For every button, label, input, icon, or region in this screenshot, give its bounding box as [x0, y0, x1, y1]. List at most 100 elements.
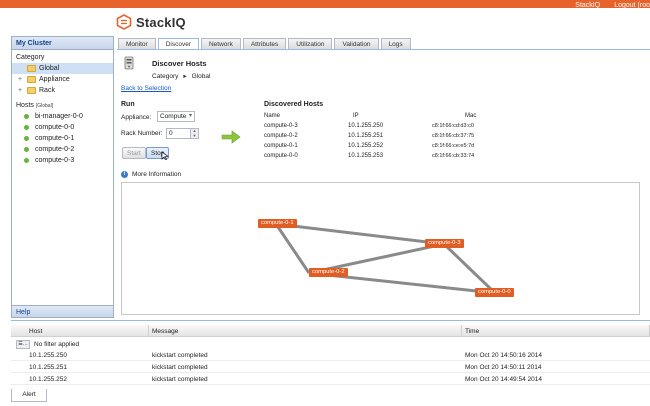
filter-status: No filter applied	[34, 340, 80, 348]
panel-title: My Cluster	[12, 37, 113, 50]
chevron-right-icon: ▸	[183, 73, 187, 80]
table-row[interactable]: compute-0-0 10.1.255.253 c8:1f:66:cb:33:…	[264, 151, 524, 161]
cell-time: Mon Oct 20 14:49:54 2014	[465, 375, 542, 383]
table-row[interactable]: 10.1.255.251 kickstart completed Mon Oct…	[11, 362, 650, 373]
brand-bar	[0, 0, 650, 8]
folder-icon	[27, 76, 36, 83]
tree-item-label: Global	[39, 65, 60, 72]
graph-edge	[442, 242, 497, 295]
logo-text: StackIQ	[136, 14, 186, 30]
cell-message: kickstart completed	[152, 351, 208, 359]
column-header-message[interactable]: Message	[149, 325, 462, 336]
graph-edge	[275, 222, 445, 246]
graph-node-compute-0-0[interactable]: compute-0-0	[475, 288, 514, 297]
rack-number-stepper[interactable]: 0 ▲ ▼	[166, 128, 199, 139]
appliance-select[interactable]: Compute ▾	[157, 111, 195, 122]
host-label: compute-0-3	[35, 157, 75, 164]
expand-icon[interactable]: +	[18, 87, 25, 94]
run-section-title: Run	[121, 101, 135, 108]
header-link-stackiq[interactable]: StackIQ	[575, 2, 600, 9]
column-header-name: Name	[264, 113, 281, 119]
cell-mac: c8:1f:66:cb:33:74	[432, 153, 475, 159]
spinner-arrows-icon[interactable]: ▲ ▼	[190, 128, 198, 138]
host-item[interactable]: bi-manager-0-0	[12, 111, 113, 122]
table-row[interactable]: compute-0-3 10.1.255.250 c8:1f:66:cd:d3:…	[264, 121, 524, 131]
help-panel-header[interactable]: Help	[11, 305, 114, 318]
network-graph[interactable]: compute-0-1 compute-0-3 compute-0-2 comp…	[121, 182, 640, 315]
logout-link[interactable]: Logout (roo	[614, 2, 650, 9]
table-row[interactable]: compute-0-1 10.1.255.252 c8:1f:66:ce:e5:…	[264, 141, 524, 151]
alert-grid: Host Message Time ☰… No filter applied 1…	[11, 320, 650, 406]
column-header-mac: Mac	[465, 113, 477, 119]
host-item[interactable]: compute-0-0	[12, 122, 113, 133]
rack-number-label: Rack Number:	[121, 130, 163, 137]
app-header: StackIQ StackIQ Logout (roo	[0, 2, 650, 36]
status-dot-icon	[24, 125, 29, 130]
tab-utilization[interactable]: Utilization	[288, 38, 333, 49]
tab-monitor[interactable]: Monitor	[118, 38, 156, 49]
info-icon: i	[121, 171, 128, 178]
host-label: compute-0-1	[35, 135, 75, 142]
tab-alert[interactable]: Alert	[11, 389, 47, 402]
table-row[interactable]: compute-0-2 10.1.255.251 c8:1f:66:cb:37:…	[264, 131, 524, 141]
category-label: Category	[16, 54, 45, 61]
hosts-scope: [Global]	[35, 103, 54, 109]
tab-attributes[interactable]: Attributes	[242, 38, 287, 49]
cell-time: Mon Oct 20 14:50:11 2014	[465, 363, 542, 371]
host-item[interactable]: compute-0-1	[12, 133, 113, 144]
cell-mac: c8:1f:66:cd:d3:c0	[432, 123, 474, 129]
filter-row: ☰… No filter applied	[16, 339, 79, 349]
start-button[interactable]: Start	[122, 147, 146, 159]
tree-item-rack[interactable]: + Rack	[12, 85, 113, 96]
tree-item-appliance[interactable]: + Appliance	[12, 74, 113, 85]
back-to-selection-link[interactable]: Back to Selection	[121, 85, 171, 92]
my-cluster-panel: My Cluster Category Global + Appliance +…	[11, 36, 114, 318]
cell-mac: c8:1f:66:ce:e5:7d	[432, 143, 475, 149]
mouse-cursor-icon	[161, 152, 169, 160]
host-item[interactable]: compute-0-2	[12, 144, 113, 155]
cell-ip: 10.1.255.252	[348, 143, 384, 149]
chevron-down-icon: ▾	[188, 113, 192, 119]
more-information-toggle[interactable]: i More Information	[121, 171, 181, 178]
host-label: compute-0-2	[35, 146, 75, 153]
filter-menu-button[interactable]: ☰…	[16, 339, 30, 349]
breadcrumb-value: Global	[191, 72, 211, 80]
graph-node-compute-0-3[interactable]: compute-0-3	[425, 239, 464, 248]
expand-icon[interactable]: +	[18, 76, 25, 83]
grid-header: Host Message Time	[11, 325, 650, 337]
host-label: bi-manager-0-0	[35, 113, 83, 120]
cell-mac: c8:1f:66:cb:37:75	[432, 133, 475, 139]
table-row[interactable]: 10.1.255.252 kickstart completed Mon Oct…	[11, 374, 650, 385]
arrow-right-icon	[221, 130, 241, 144]
stackiq-logo[interactable]: StackIQ	[116, 13, 186, 31]
graph-node-compute-0-2[interactable]: compute-0-2	[309, 268, 348, 277]
host-item[interactable]: compute-0-3	[12, 155, 113, 166]
tab-validation[interactable]: Validation	[334, 38, 379, 49]
status-dot-icon	[24, 147, 29, 152]
tree-item-global[interactable]: Global	[12, 63, 113, 74]
tab-logs[interactable]: Logs	[380, 38, 411, 49]
stackiq-logo-icon	[116, 14, 132, 30]
cell-name: compute-0-3	[264, 123, 298, 129]
cell-ip: 10.1.255.253	[348, 153, 384, 159]
appliance-label: Appliance:	[121, 114, 152, 121]
cell-ip: 10.1.255.251	[348, 133, 384, 139]
cell-time: Mon Oct 20 14:50:16 2014	[465, 351, 542, 359]
cell-host: 10.1.255.251	[29, 363, 67, 371]
status-dot-icon	[24, 114, 29, 119]
cell-message: kickstart completed	[152, 375, 208, 383]
table-header: Name IP Mac	[264, 111, 524, 121]
rack-number-value: 0	[169, 130, 173, 137]
column-header-time[interactable]: Time	[462, 325, 650, 336]
cell-host: 10.1.255.250	[29, 351, 67, 359]
graph-edge	[274, 223, 311, 274]
tree-item-label: Rack	[39, 87, 55, 94]
host-label: compute-0-0	[35, 124, 75, 131]
table-row[interactable]: 10.1.255.250 kickstart completed Mon Oct…	[11, 350, 650, 361]
server-icon	[124, 56, 134, 70]
page-title: Discover Hosts	[152, 59, 207, 68]
hosts-title: Hosts	[16, 102, 34, 109]
tab-network[interactable]: Network	[200, 38, 241, 49]
graph-node-compute-0-1[interactable]: compute-0-1	[258, 219, 297, 228]
column-header-host[interactable]: Host	[11, 325, 149, 336]
